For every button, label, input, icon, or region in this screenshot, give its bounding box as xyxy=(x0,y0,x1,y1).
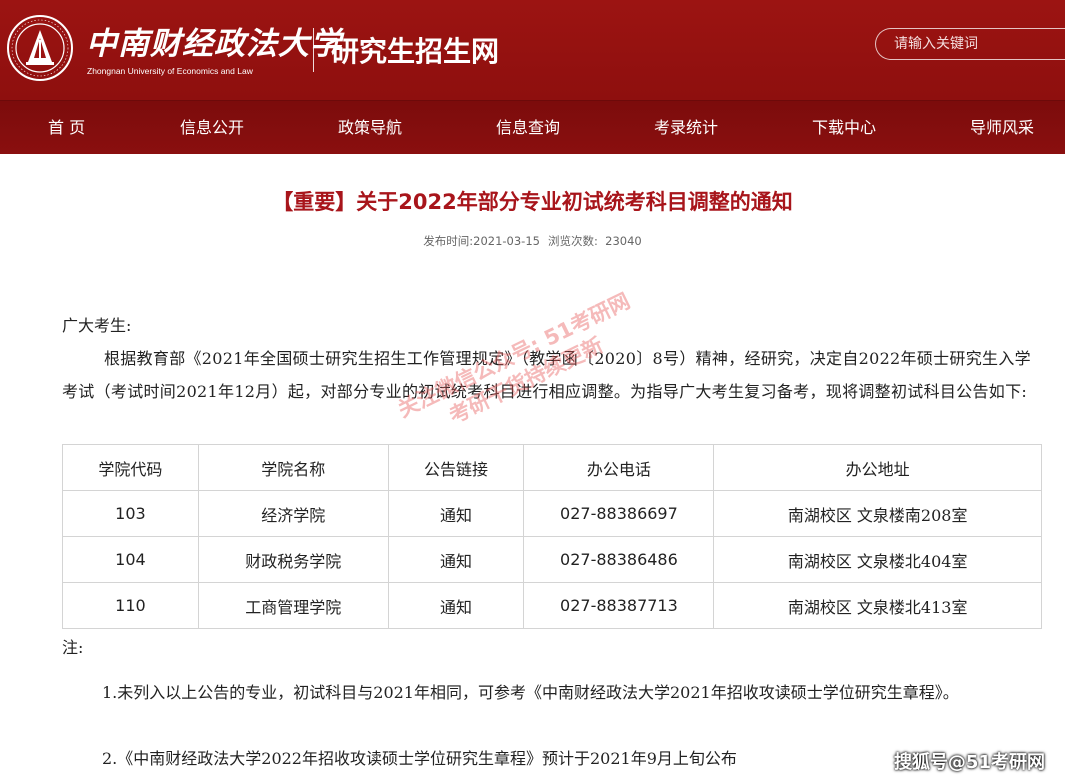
notice-link[interactable]: 通知 xyxy=(387,582,525,629)
greeting: 广大考生: xyxy=(62,316,132,335)
col-header-phone: 办公电话 xyxy=(523,444,715,491)
nav-item-admission-stats[interactable]: 考录统计 xyxy=(654,101,718,154)
cell-phone: 027-88386486 xyxy=(523,536,715,583)
article-title: 【重要】关于2022年部分专业初试统考科目调整的通知 xyxy=(272,190,793,214)
nav-item-supervisors[interactable]: 导师风采 xyxy=(970,101,1034,154)
cell-code: 103 xyxy=(62,490,199,537)
table-row: 104 财政税务学院 通知 027-88386486 南湖校区 文泉楼北404室 xyxy=(62,536,1042,583)
nav-item-downloads[interactable]: 下载中心 xyxy=(812,101,876,154)
cell-phone: 027-88386697 xyxy=(523,490,715,537)
college-table: 学院代码 学院名称 公告链接 办公电话 办公地址 103 经济学院 通知 027… xyxy=(62,444,1042,629)
main-nav: 首 页 信息公开 政策导航 信息查询 考录统计 下载中心 导师风采 xyxy=(0,100,1065,154)
cell-address: 南湖校区 文泉楼北413室 xyxy=(713,582,1042,629)
article-meta: 发布时间:2021-03-15 浏览次数: 23040 xyxy=(0,233,1065,249)
cell-code: 110 xyxy=(62,582,199,629)
cell-address: 南湖校区 文泉楼南208室 xyxy=(713,490,1042,537)
col-header-address: 办公地址 xyxy=(713,444,1042,491)
header-divider xyxy=(313,28,314,72)
note-item: 1.未列入以上公告的专业，初试科目与2021年相同，可参考《中南财经政法大学20… xyxy=(102,683,959,702)
cell-phone: 027-88387713 xyxy=(523,582,715,629)
cell-code: 104 xyxy=(62,536,199,583)
nav-item-info-disclosure[interactable]: 信息公开 xyxy=(180,101,244,154)
search-input[interactable] xyxy=(875,28,1065,60)
cell-name: 经济学院 xyxy=(197,490,389,537)
sohu-watermark: 搜狐号@51考研网 xyxy=(893,752,1045,773)
cell-address: 南湖校区 文泉楼北404室 xyxy=(713,536,1042,583)
publish-label: 发布时间: xyxy=(423,234,474,248)
nav-item-home[interactable]: 首 页 xyxy=(48,101,85,154)
university-emblem-icon[interactable] xyxy=(6,14,74,82)
nav-item-info-query[interactable]: 信息查询 xyxy=(496,101,560,154)
publish-date: 2021-03-15 xyxy=(473,234,540,248)
note-label: 注: xyxy=(62,638,84,657)
notice-link[interactable]: 通知 xyxy=(387,536,525,583)
table-row: 110 工商管理学院 通知 027-88387713 南湖校区 文泉楼北413室 xyxy=(62,582,1042,629)
views-count: 23040 xyxy=(605,234,642,248)
col-header-name: 学院名称 xyxy=(197,444,389,491)
university-name-en: Zhongnan University of Economics and Law xyxy=(87,66,253,76)
cell-name: 工商管理学院 xyxy=(197,582,389,629)
university-name-cn: 中南财经政法大学 xyxy=(86,26,342,62)
cell-name: 财政税务学院 xyxy=(197,536,389,583)
site-header: 中南财经政法大学 Zhongnan University of Economic… xyxy=(0,0,1065,100)
table-header-row: 学院代码 学院名称 公告链接 办公电话 办公地址 xyxy=(62,444,1042,491)
col-header-link: 公告链接 xyxy=(387,444,525,491)
views-label: 浏览次数: xyxy=(547,234,598,248)
col-header-code: 学院代码 xyxy=(62,444,199,491)
nav-item-policy[interactable]: 政策导航 xyxy=(338,101,402,154)
intro-paragraph: 根据教育部《2021年全国硕士研究生招生工作管理规定》（教学函〔2020〕8号）… xyxy=(62,349,1031,401)
notice-link[interactable]: 通知 xyxy=(387,490,525,537)
site-title[interactable]: 研究生招生网 xyxy=(331,30,499,70)
table-row: 103 经济学院 通知 027-88386697 南湖校区 文泉楼南208室 xyxy=(62,490,1042,537)
